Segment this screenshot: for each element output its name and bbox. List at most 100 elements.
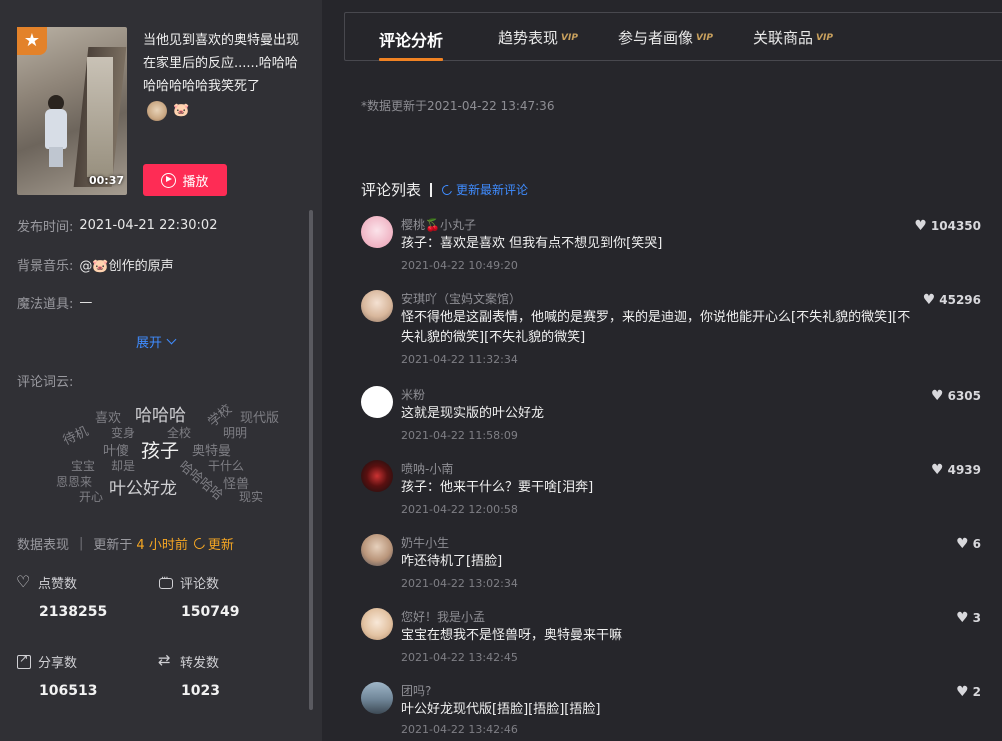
stat-likes: 点赞数 2138255 <box>16 572 147 621</box>
comment-item: 安琪吖（宝妈文案馆） 怪不得他是这副表情，他喊的是赛罗，来的是迪迦，你说他能开心… <box>361 290 981 370</box>
commenter-avatar[interactable] <box>361 386 393 418</box>
comment-likes: ♥ 45296 <box>923 292 981 308</box>
comment-time: 2021-04-22 11:32:34 <box>401 353 518 366</box>
stat-shares-value: 106513 <box>39 683 98 699</box>
comment-likes-count: 4939 <box>947 463 981 477</box>
heart-icon: ♥ <box>956 536 969 552</box>
magic-prop-label: 魔法道具: <box>17 297 74 312</box>
chevron-down-icon <box>166 334 177 345</box>
thumbnail-mirror-shape <box>87 57 113 177</box>
comment-text: 宝宝在想我不是怪兽呀，奥特曼来干嘛 <box>401 628 623 643</box>
vip-icon: VIP <box>561 32 578 43</box>
tab-trend-performance[interactable]: 趋势表现 VIP <box>498 27 578 48</box>
data-updated-note: *数据更新于2021-04-22 13:47:36 <box>361 99 555 113</box>
stat-shares: 分享数 106513 <box>17 652 147 699</box>
cloud-word: 宝宝 <box>71 459 96 473</box>
background-music-value[interactable]: @🐷创作的原声 <box>79 255 173 274</box>
stats-updated-ago: 4 小时前 <box>136 538 188 553</box>
stats-refresh-button[interactable]: 更新 <box>191 534 234 553</box>
thumbnail-child-shape <box>45 95 67 167</box>
comment-likes: ♥ 2 <box>956 684 981 700</box>
stat-comments-label: 评论数 <box>180 577 220 592</box>
publish-time-value: 2021-04-21 22:30:02 <box>79 218 218 233</box>
cloud-word: 现实 <box>239 490 264 504</box>
stats-header: 数据表现 | 更新于 4 小时前 更新 <box>17 534 234 553</box>
tab-label: 参与者画像 <box>618 29 694 47</box>
commenter-name[interactable]: 奶牛小生 <box>401 534 449 551</box>
title-divider <box>430 182 433 197</box>
background-music-label: 背景音乐: <box>17 259 74 274</box>
stat-shares-label: 分享数 <box>38 656 78 671</box>
comment-text: 咋还待机了[捂脸] <box>401 554 503 569</box>
star-icon: ★ <box>17 27 47 55</box>
commenter-avatar[interactable] <box>361 608 393 640</box>
commenter-name[interactable]: 您好！我是小孟 <box>401 608 485 625</box>
analysis-tabs: 评论分析 趋势表现 VIP 参与者画像 VIP 关联商品 VIP <box>344 12 1002 61</box>
tab-related-products[interactable]: 关联商品 VIP <box>753 27 833 48</box>
stats-refresh-label: 更新 <box>207 538 234 553</box>
commenter-name[interactable]: 喷呐-小南 <box>401 460 453 477</box>
tab-label: 评论分析 <box>379 31 444 50</box>
comment-text: 这就是现实版的叶公好龙 <box>401 406 545 421</box>
word-cloud: 喜欢 哈哈哈 学校 现代版 待机 变身 全校 明明 叶傻 孩子 奥特曼 宝宝 却… <box>40 395 300 515</box>
vip-icon: VIP <box>696 32 713 43</box>
repost-icon <box>158 651 173 669</box>
comment-time: 2021-04-22 11:58:09 <box>401 429 518 442</box>
share-icon <box>17 652 31 669</box>
stat-comments: 评论数 150749 <box>159 573 289 620</box>
commenter-avatar[interactable] <box>361 534 393 566</box>
refresh-comments-button[interactable]: 更新最新评论 <box>440 181 528 198</box>
cloud-word: 干什么 <box>208 459 245 473</box>
magic-prop-row: 魔法道具: — <box>17 293 92 312</box>
comment-likes-count: 6 <box>972 537 981 551</box>
vip-icon: VIP <box>816 32 833 43</box>
play-button-label: 播放 <box>182 174 209 190</box>
cloud-word: 哈哈哈 <box>135 406 186 426</box>
heart-icon: ♥ <box>931 462 944 478</box>
cloud-word: 待机 <box>60 424 91 449</box>
play-button[interactable]: 播放 <box>143 164 227 196</box>
cloud-word: 孩子 <box>141 440 180 462</box>
commenter-avatar[interactable] <box>361 682 393 714</box>
left-panel-scrollbar[interactable] <box>309 210 313 710</box>
commenter-name[interactable]: 安琪吖（宝妈文案馆） <box>401 290 521 307</box>
word-cloud-label: 评论词云: <box>17 375 74 390</box>
tab-comment-analysis[interactable]: 评论分析 <box>379 27 443 51</box>
commenter-avatar[interactable] <box>361 290 393 322</box>
background-music-row: 背景音乐: @🐷创作的原声 <box>17 255 174 274</box>
commenter-name[interactable]: 樱桃🍒小丸子 <box>401 216 476 233</box>
active-tab-underline <box>379 58 443 61</box>
comment-likes: ♥ 6 <box>956 536 981 552</box>
comment-item: 您好！我是小孟 宝宝在想我不是怪兽呀，奥特曼来干嘛 2021-04-22 13:… <box>361 608 981 668</box>
commenter-name[interactable]: 米粉 <box>401 386 425 403</box>
commenter-avatar[interactable] <box>361 460 393 492</box>
expand-button[interactable]: 展开 <box>136 332 177 351</box>
tab-participant-profile[interactable]: 参与者画像 VIP <box>618 27 713 48</box>
comment-likes-count: 2 <box>972 685 981 699</box>
cloud-word: 叶公好龙 <box>109 479 177 499</box>
comment-list-header: 评论列表 更新最新评论 <box>361 179 528 200</box>
stat-reposts-value: 1023 <box>181 683 220 699</box>
comment-item: 喷呐-小南 孩子：他来干什么？要干啥[泪奔] 2021-04-22 12:00:… <box>361 460 981 520</box>
video-info-panel: ★ 00:37 当他见到喜欢的奥特曼出现在家里后的反应......哈哈哈哈哈哈哈… <box>0 0 322 741</box>
stat-likes-value: 2138255 <box>39 604 108 620</box>
magic-prop-value: — <box>79 295 93 310</box>
tab-label: 关联商品 <box>753 29 814 47</box>
refresh-icon <box>191 535 207 552</box>
comment-likes: ♥ 6305 <box>931 388 981 404</box>
commenter-avatar[interactable] <box>361 216 393 248</box>
video-title: 当他见到喜欢的奥特曼出现在家里后的反应......哈哈哈哈哈哈哈哈我笑死了 <box>143 33 300 94</box>
comment-item: 团吗? 叶公好龙现代版[捂脸][捂脸][捂脸] 2021-04-22 13:42… <box>361 682 981 741</box>
comment-item: 米粉 这就是现实版的叶公好龙 2021-04-22 11:58:09 ♥ 6305 <box>361 386 981 446</box>
commenter-name[interactable]: 团吗? <box>401 682 431 699</box>
author-avatar[interactable] <box>147 101 167 121</box>
comment-list-title: 评论列表 <box>361 181 422 199</box>
comment-text: 孩子：喜欢是喜欢 但我有点不想见到你[笑哭] <box>401 236 663 251</box>
stat-reposts: 转发数 1023 <box>158 651 289 700</box>
author-nickname[interactable]: 🐷 <box>173 101 189 121</box>
heart-icon: ♥ <box>956 610 969 626</box>
stat-comments-value: 150749 <box>181 604 240 620</box>
stats-label: 数据表现 <box>17 538 70 553</box>
comment-text: 怪不得他是这副表情，他喊的是赛罗，来的是迪迦，你说他能开心么[不失礼貌的微笑][… <box>401 310 911 345</box>
cloud-word: 变身 <box>111 426 136 440</box>
